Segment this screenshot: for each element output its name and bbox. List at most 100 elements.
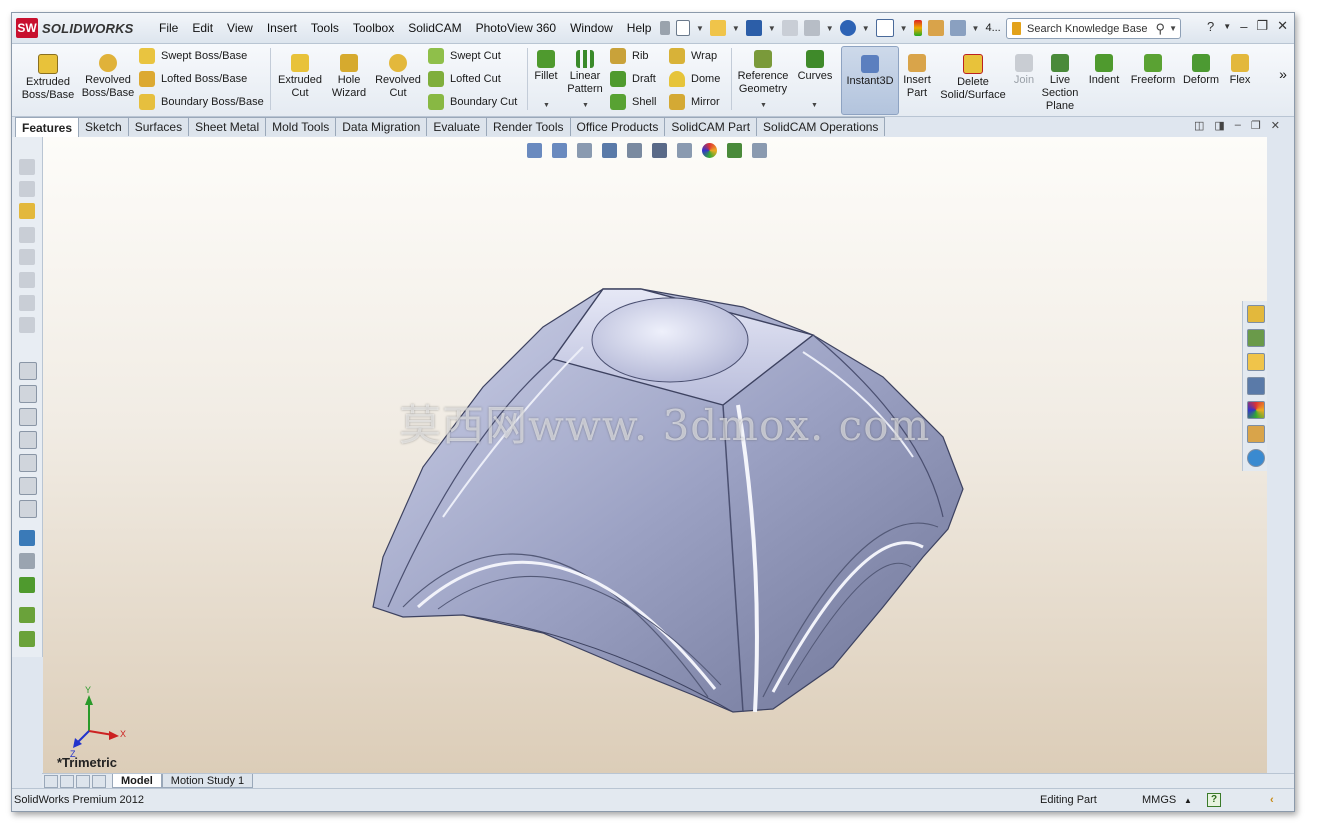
search-icon[interactable]: ⚲ [1156, 21, 1166, 37]
pattern-dropdown-icon[interactable]: ▼ [582, 102, 589, 109]
menu-help[interactable]: Help [620, 21, 659, 35]
tab-data-migration[interactable]: Data Migration [335, 117, 428, 136]
sketch-tool-icon[interactable] [19, 203, 35, 219]
freeform-button[interactable]: Freeform [1128, 54, 1178, 87]
sketch-tool-icon[interactable] [19, 249, 35, 265]
sketch-tool-icon[interactable] [19, 181, 35, 197]
extruded-cut-button[interactable]: Extruded Cut [272, 54, 328, 100]
flex-button[interactable]: Flex [1224, 54, 1256, 87]
search-knowledge-base[interactable]: Search Knowledge Base ⚲ ▼ [1006, 18, 1181, 39]
print-icon[interactable] [781, 20, 798, 36]
edit-sketch-icon[interactable] [19, 530, 35, 546]
menu-edit[interactable]: Edit [185, 21, 220, 35]
draft-button[interactable]: Draft [610, 71, 656, 87]
part-body[interactable] [372, 288, 964, 713]
print-dropdown-icon[interactable]: ▼ [826, 24, 834, 33]
split-left-icon[interactable]: ◫ [1194, 119, 1204, 132]
new-dropdown-icon[interactable]: ▼ [696, 24, 704, 33]
view-cube-icon[interactable] [19, 454, 37, 472]
menu-file[interactable]: File [152, 21, 185, 35]
hole-wizard-button[interactable]: Hole Wizard [326, 54, 372, 100]
menu-tools[interactable]: Tools [304, 21, 346, 35]
delete-solid-surface-button[interactable]: Delete Solid/Surface [938, 54, 1008, 102]
minimize-button[interactable]: – [1240, 19, 1247, 34]
appearances-icon[interactable] [1247, 401, 1265, 419]
file-properties-icon[interactable] [927, 20, 944, 36]
select-arrow-icon[interactable] [875, 19, 894, 37]
custom-properties-icon[interactable] [1247, 425, 1265, 443]
tab-model[interactable]: Model [112, 774, 162, 788]
new-document-icon[interactable] [676, 20, 690, 36]
tab-evaluate[interactable]: Evaluate [426, 117, 488, 136]
help-icon[interactable]: ? [1207, 19, 1214, 34]
tab-features[interactable]: Features [15, 117, 80, 137]
tab-office-products[interactable]: Office Products [569, 117, 666, 136]
curves-button[interactable]: Curves [794, 50, 836, 83]
sketch-tool-icon[interactable] [19, 159, 35, 175]
dome-button[interactable]: Dome [669, 71, 720, 87]
unit-menu-icon[interactable]: ▲ [1184, 796, 1192, 805]
view-cube-icon[interactable] [19, 362, 37, 380]
swept-cut-button[interactable]: Swept Cut [428, 48, 501, 64]
tab-solidcam-operations[interactable]: SolidCAM Operations [756, 117, 886, 136]
model-view[interactable]: Y X Z [43, 137, 1267, 773]
solidworks-resources-icon[interactable] [1247, 449, 1265, 467]
tab-sheet-metal[interactable]: Sheet Metal [188, 117, 267, 136]
search-dropdown-icon[interactable]: ▼ [1169, 24, 1177, 33]
revolved-cut-button[interactable]: Revolved Cut [372, 54, 424, 100]
open-dropdown-icon[interactable]: ▼ [732, 24, 740, 33]
tab-solidcam-part[interactable]: SolidCAM Part [664, 117, 758, 136]
doc-restore-button[interactable]: ❐ [1251, 119, 1261, 132]
tab-render-tools[interactable]: Render Tools [486, 117, 571, 136]
insert-part-button[interactable]: Insert Part [898, 54, 936, 100]
quick-tips-icon[interactable]: ? [1207, 793, 1221, 807]
tab-surfaces[interactable]: Surfaces [127, 117, 190, 136]
undo-icon[interactable] [839, 20, 856, 36]
open-folder-icon[interactable] [709, 20, 726, 36]
collapse-status-icon[interactable]: ‹ [1270, 794, 1274, 806]
restore-button[interactable]: ❐ [1256, 18, 1268, 34]
view-cube-icon[interactable] [19, 408, 37, 426]
sketch-tool-icon[interactable] [19, 227, 35, 243]
ribbon-overflow-button[interactable]: » [1276, 67, 1290, 81]
save-icon[interactable] [745, 20, 762, 36]
wrap-button[interactable]: Wrap [669, 48, 717, 64]
select-dropdown-icon[interactable]: ▼ [900, 24, 908, 33]
move-entity-icon[interactable] [19, 577, 35, 593]
menu-toolbox[interactable]: Toolbox [346, 21, 401, 35]
layer-icon[interactable] [19, 631, 35, 647]
reference-geometry-button[interactable]: Reference Geometry [734, 50, 792, 96]
quick-access-overflow[interactable]: 4... [985, 22, 1000, 34]
reference-point-icon[interactable] [19, 553, 35, 569]
mirror-button[interactable]: Mirror [669, 94, 720, 110]
lofted-cut-button[interactable]: Lofted Cut [428, 71, 501, 87]
swept-boss-button[interactable]: Swept Boss/Base [139, 48, 247, 64]
live-section-plane-button[interactable]: Live Section Plane [1038, 54, 1082, 113]
sketch-tool-icon[interactable] [19, 317, 35, 333]
menu-window[interactable]: Window [563, 21, 620, 35]
options-icon[interactable] [949, 20, 966, 36]
file-explorer-icon[interactable] [1247, 353, 1265, 371]
print-preview-icon[interactable] [803, 20, 820, 36]
menu-insert[interactable]: Insert [260, 21, 304, 35]
close-button[interactable]: ✕ [1277, 18, 1288, 34]
view-cube-icon[interactable] [19, 477, 37, 495]
view-cube-icon[interactable] [19, 385, 37, 403]
help-dropdown-icon[interactable]: ▼ [1223, 22, 1231, 31]
menu-solidcam[interactable]: SolidCAM [401, 21, 468, 35]
reference-geometry-dropdown-icon[interactable]: ▼ [760, 102, 767, 109]
menu-photoview[interactable]: PhotoView 360 [469, 21, 564, 35]
tab-motion-study-1[interactable]: Motion Study 1 [161, 774, 254, 788]
graphics-area[interactable]: Y X Z 莫西网www. 3dmox. com *Trimetric [43, 137, 1267, 773]
shell-button[interactable]: Shell [610, 94, 656, 110]
view-cube-icon[interactable] [19, 500, 37, 518]
boundary-boss-button[interactable]: Boundary Boss/Base [139, 94, 264, 110]
design-library-icon[interactable] [1247, 329, 1265, 347]
fillet-dropdown-icon[interactable]: ▼ [543, 102, 550, 109]
view-cube-icon[interactable] [19, 431, 37, 449]
layer-icon[interactable] [19, 607, 35, 623]
save-dropdown-icon[interactable]: ▼ [768, 24, 776, 33]
menu-view[interactable]: View [220, 21, 260, 35]
undo-dropdown-icon[interactable]: ▼ [862, 24, 870, 33]
rib-button[interactable]: Rib [610, 48, 649, 64]
